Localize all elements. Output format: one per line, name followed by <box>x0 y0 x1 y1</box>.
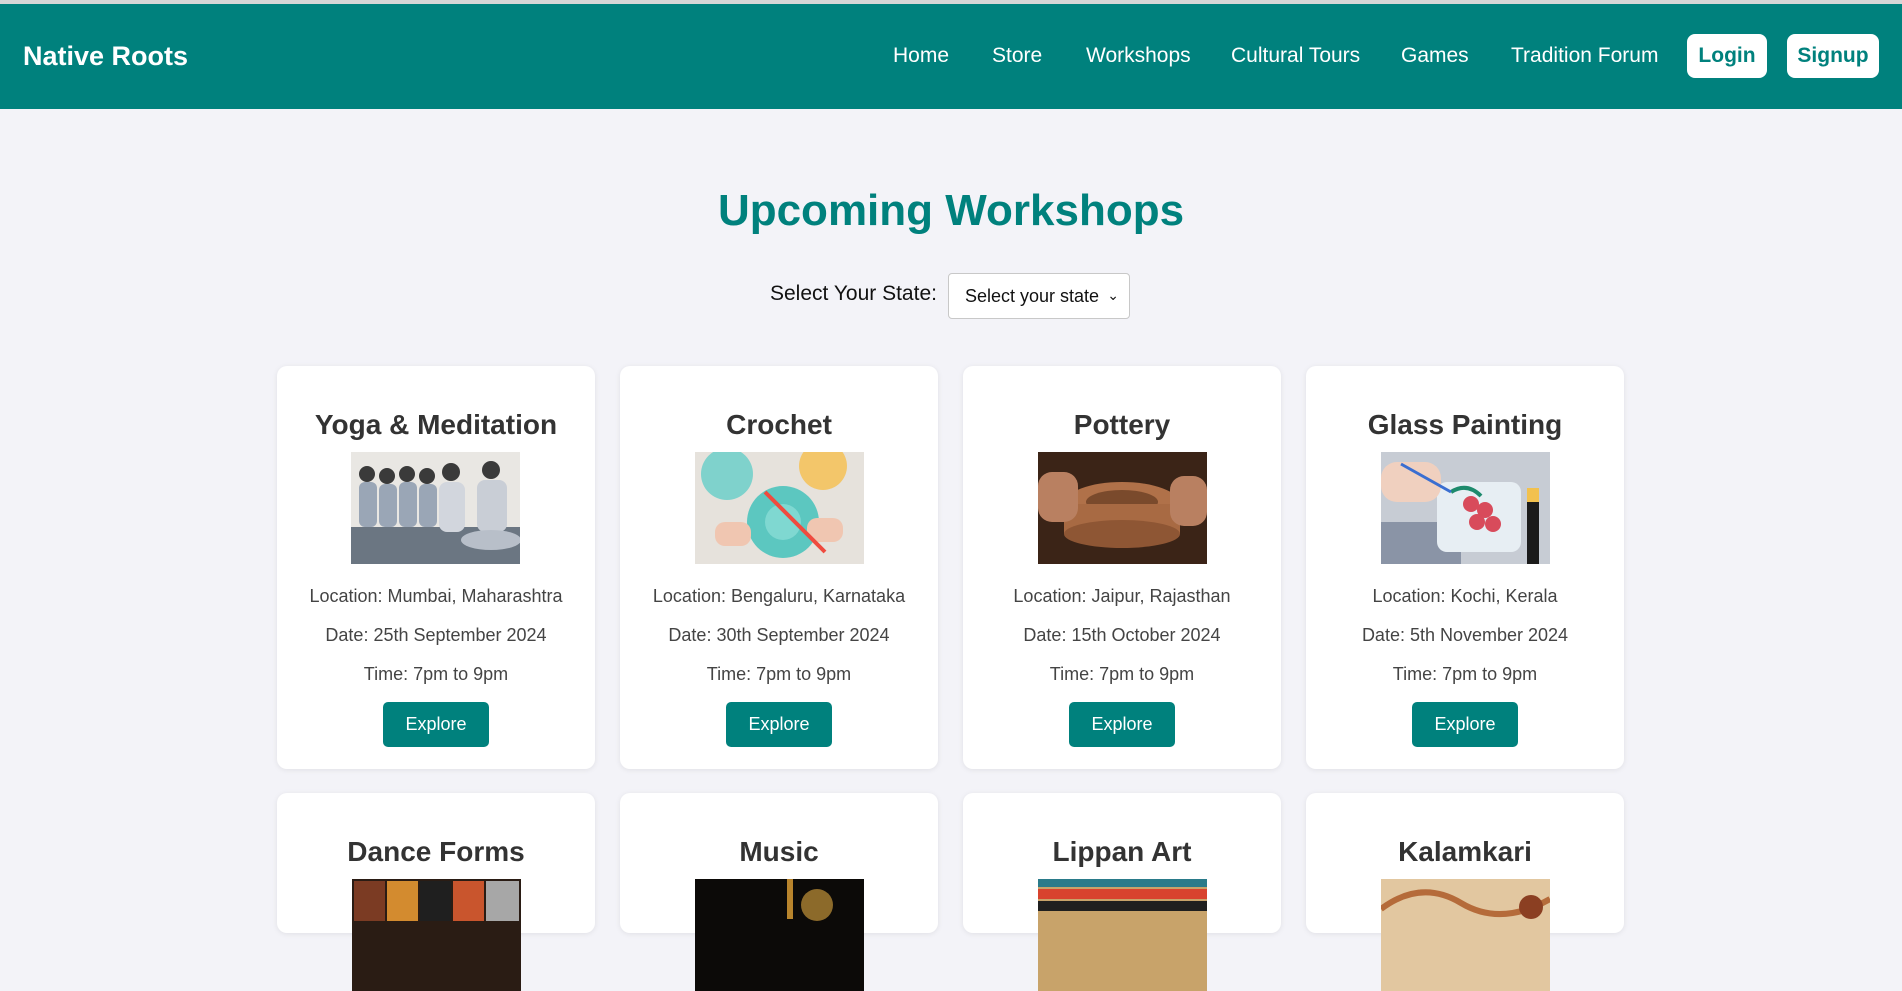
workshop-card-glass-painting: Glass Painting Location: Kochi, Kerala D… <box>1306 366 1624 769</box>
workshop-image-music <box>695 879 864 991</box>
explore-button[interactable]: Explore <box>1412 702 1518 747</box>
workshop-image-lippan-art <box>1038 879 1207 991</box>
workshop-image-yoga <box>351 452 520 564</box>
nav-link-home[interactable]: Home <box>893 44 949 68</box>
workshop-time: Time: 7pm to 9pm <box>1392 664 1538 684</box>
workshop-date: Date: 30th September 2024 <box>668 625 890 645</box>
workshop-title: Dance Forms <box>347 836 525 867</box>
workshop-date: Date: 25th September 2024 <box>325 625 547 645</box>
nav-link-games[interactable]: Games <box>1401 44 1469 68</box>
workshop-title: Music <box>739 836 819 867</box>
nav-link-tradition-forum[interactable]: Tradition Forum <box>1511 44 1658 68</box>
workshop-title: Pottery <box>1073 409 1171 440</box>
workshop-date: Date: 5th November 2024 <box>1361 625 1569 645</box>
explore-button[interactable]: Explore <box>726 702 832 747</box>
workshop-date: Date: 15th October 2024 <box>1023 625 1221 645</box>
nav-link-workshops[interactable]: Workshops <box>1086 44 1191 68</box>
chevron-down-icon: ⌄ <box>1107 287 1119 303</box>
workshop-title: Yoga & Meditation <box>314 409 558 440</box>
workshop-location: Location: Mumbai, Maharashtra <box>309 586 563 606</box>
nav-link-cultural-tours[interactable]: Cultural Tours <box>1231 44 1360 68</box>
workshop-image-glass-painting <box>1381 452 1550 564</box>
state-select[interactable]: Select your state ⌄ <box>948 273 1130 319</box>
workshop-title: Glass Painting <box>1367 409 1563 440</box>
workshop-time: Time: 7pm to 9pm <box>706 664 852 684</box>
workshop-location: Location: Bengaluru, Karnataka <box>652 586 906 606</box>
state-select-value: Select your state <box>965 285 1100 306</box>
explore-button[interactable]: Explore <box>1069 702 1175 747</box>
workshop-time: Time: 7pm to 9pm <box>363 664 509 684</box>
workshop-title: Lippan Art <box>1052 836 1192 867</box>
state-select-label: Select Your State: <box>770 282 937 305</box>
workshop-title: Kalamkari <box>1398 836 1532 867</box>
workshop-location: Location: Kochi, Kerala <box>1372 586 1558 606</box>
workshop-image-kalamkari <box>1381 879 1550 991</box>
workshop-time: Time: 7pm to 9pm <box>1049 664 1195 684</box>
workshop-image-pottery <box>1038 452 1207 564</box>
explore-button[interactable]: Explore <box>383 702 489 747</box>
workshop-card-lippan-art: Lippan Art <box>963 793 1281 991</box>
login-button[interactable]: Login <box>1687 34 1767 78</box>
workshop-card-pottery: Pottery Location: Jaipur, Rajasthan Date… <box>963 366 1281 769</box>
page-title: Upcoming Workshops <box>717 186 1185 235</box>
navbar: Native Roots Home Store Workshops Cultur… <box>0 4 1902 109</box>
workshop-card-yoga: Yoga & Meditation Location: Mumbai, Maha… <box>277 366 595 769</box>
nav-link-store[interactable]: Store <box>992 44 1042 68</box>
workshop-card-dance-forms: Dance Forms <box>277 793 595 991</box>
signup-button[interactable]: Signup <box>1787 34 1879 78</box>
nav-links: Home Store Workshops Cultural Tours Game… <box>0 44 1902 74</box>
workshop-image-dance-forms <box>352 879 521 991</box>
workshop-location: Location: Jaipur, Rajasthan <box>1013 586 1231 606</box>
workshop-card-music: Music <box>620 793 938 991</box>
workshop-card-crochet: Crochet Location: Bengaluru, Karnataka D… <box>620 366 938 769</box>
workshop-card-kalamkari: Kalamkari <box>1306 793 1624 991</box>
workshop-image-crochet <box>695 452 864 564</box>
workshop-title: Crochet <box>726 409 832 440</box>
